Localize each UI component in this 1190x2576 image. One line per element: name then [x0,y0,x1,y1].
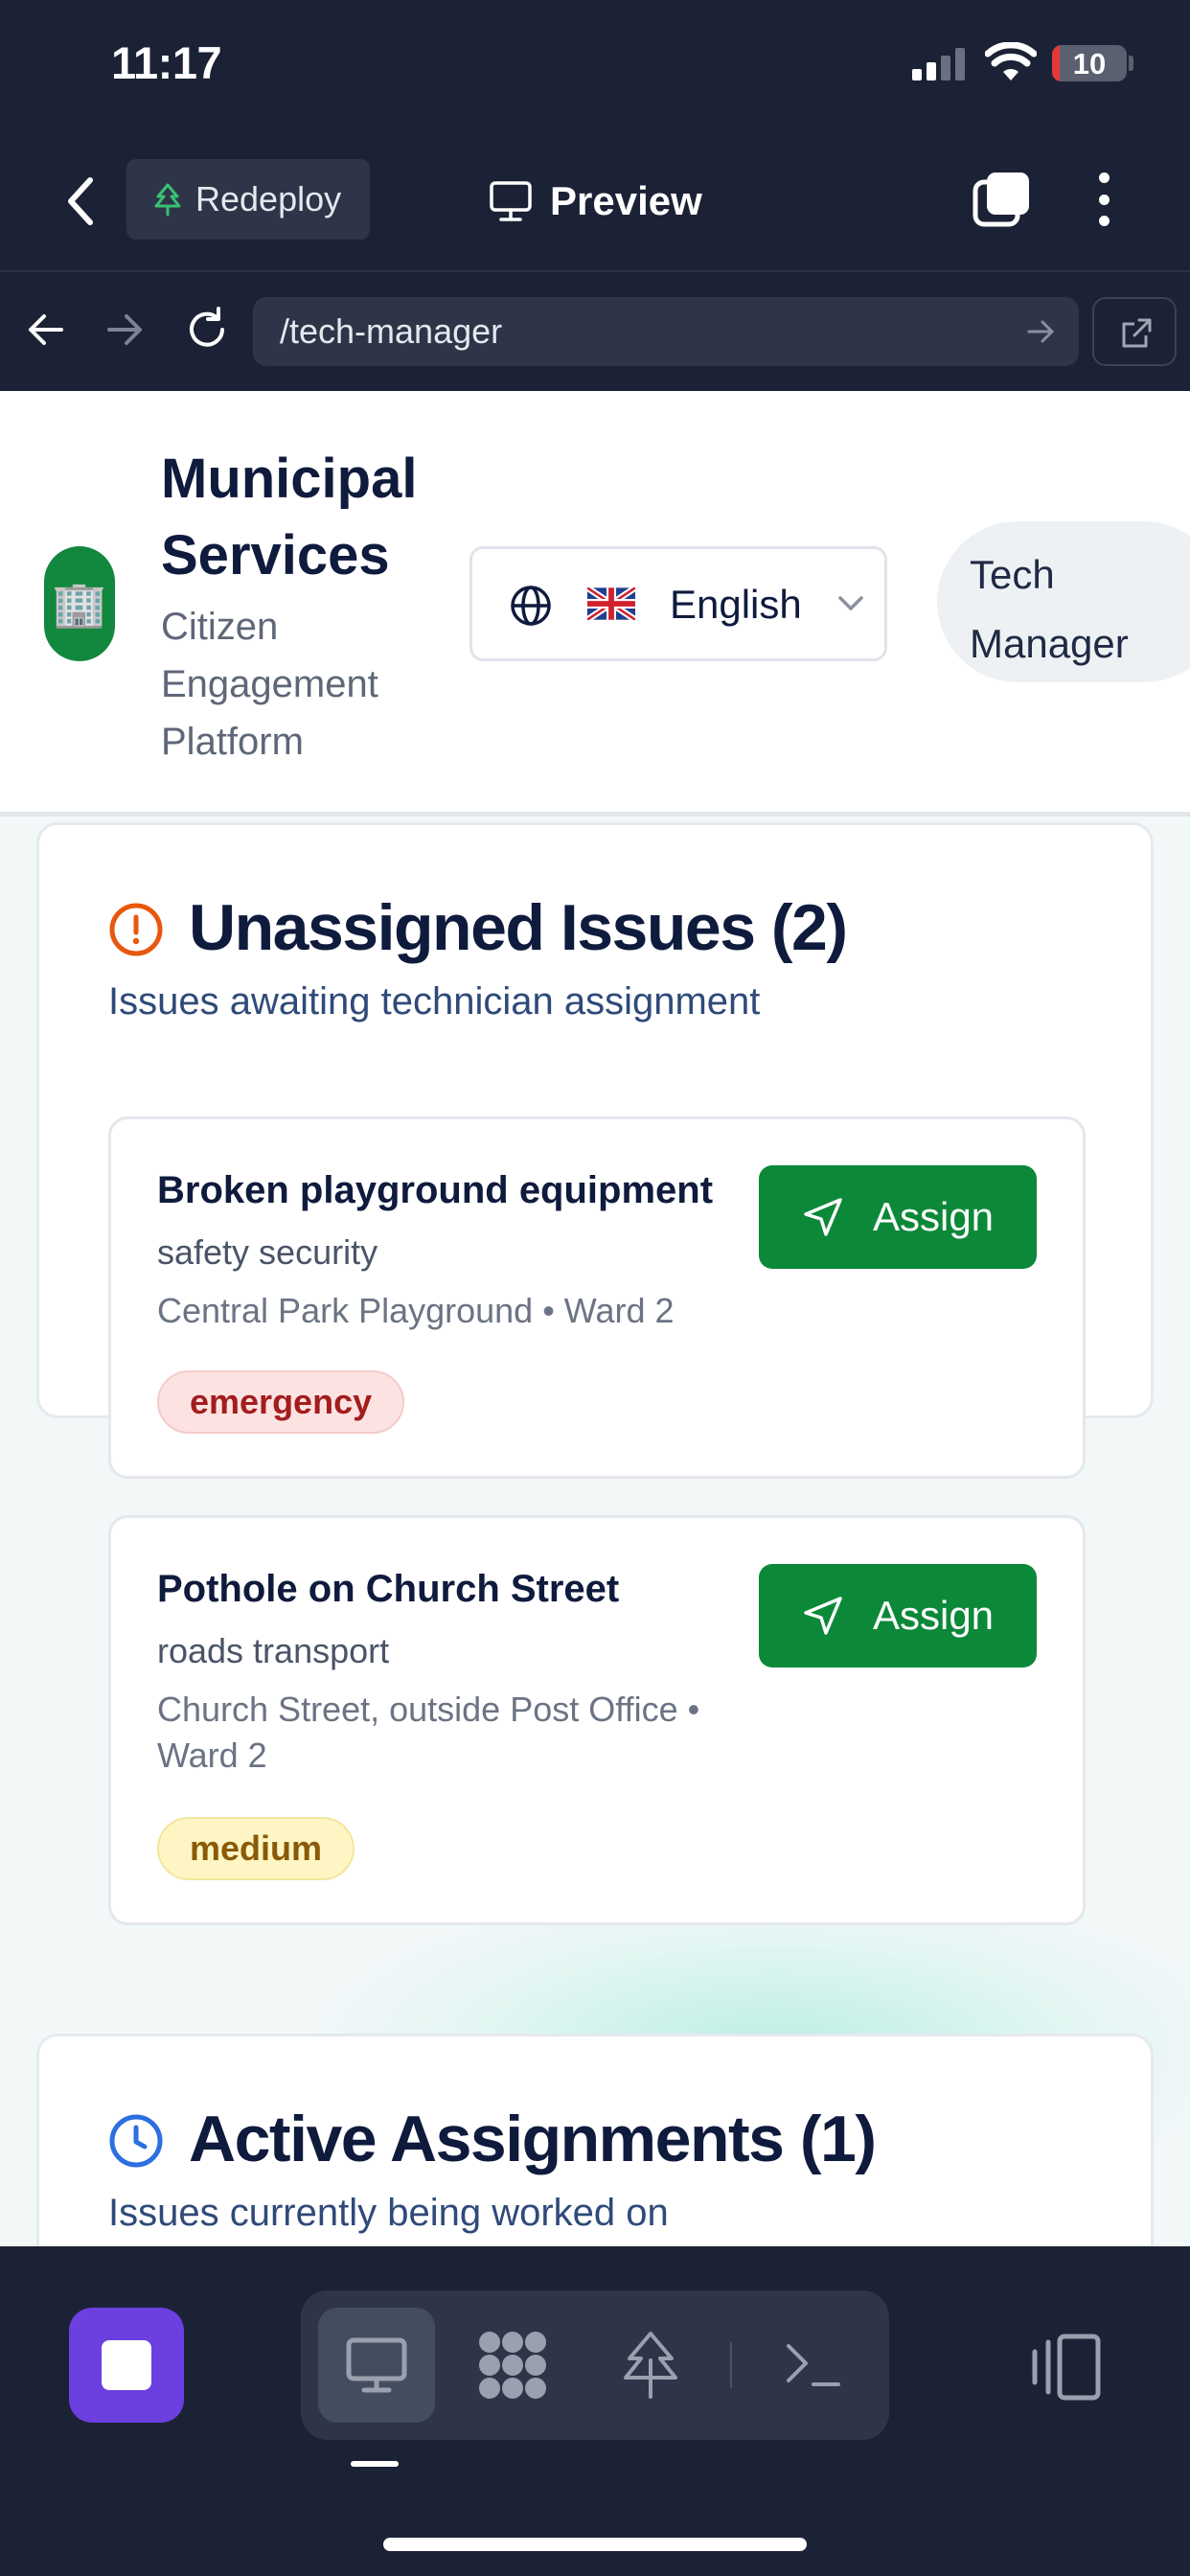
redeploy-label: Redeploy [195,179,342,218]
chevron-left-icon[interactable] [59,172,102,230]
battery-cap [1129,56,1133,71]
assign-button[interactable]: Assign [759,1564,1037,1668]
terminal-icon [787,2344,840,2386]
tabs-icon[interactable] [972,169,1033,230]
issue-title: Pothole on Church Street [157,1568,620,1610]
tree-icon [154,183,181,217]
cellular-signal-icon [912,48,965,80]
role-badge: Tech Manager [937,521,1190,682]
browser-url-bar: /tech-manager [0,272,1190,391]
dock-preview-tab[interactable] [318,2308,435,2423]
tree-icon [624,2332,677,2399]
clock-icon [109,2114,163,2168]
external-link-icon [1122,318,1152,348]
issue-location: Central Park Playground • Ward 2 [157,1291,675,1330]
assign-label: Assign [872,1593,995,1638]
panel-toggle-icon[interactable] [1027,2331,1104,2404]
arrow-right-icon[interactable] [96,301,153,358]
battery-level: 10 [1072,47,1107,80]
site-subtitle: Citizen Engagement Platform [161,606,378,763]
redeploy-button[interactable]: Redeploy [126,159,370,240]
arrow-left-icon[interactable] [17,301,75,358]
dock-separator [730,2342,732,2388]
dock-terminal-tab[interactable] [755,2308,872,2423]
active-description: Issues currently being worked on [108,2192,669,2234]
dock-deploy-tab[interactable] [592,2308,709,2423]
monitor-icon [346,2337,407,2393]
issue-title: Broken playground equipment [157,1169,714,1211]
active-title: Active Assignments (1) [189,2103,877,2175]
status-time: 11:17 [111,37,222,88]
issue-category: roads transport [157,1631,390,1670]
url-text: /tech-manager [280,311,503,351]
grid-icon [479,2332,546,2399]
alert-circle-icon [109,903,163,956]
status-bar: 11:17 10 [0,0,1190,125]
dock-tab-group [301,2290,889,2440]
wifi-icon [985,42,1037,80]
send-icon [804,1597,842,1635]
preview-label: Preview [550,178,702,223]
unassigned-description: Issues awaiting technician assignment [108,980,761,1023]
building-logo-icon: 🏢 [44,546,115,661]
issue-category: safety security [157,1232,378,1272]
send-icon [804,1198,842,1236]
app-stop-button[interactable] [69,2308,184,2423]
assign-label: Assign [872,1194,995,1239]
uk-flag-icon [587,587,635,620]
issue-location: Church Street, outside Post Office • War… [157,1690,700,1775]
unassigned-title: Unassigned Issues (2) [189,891,848,964]
more-vertical-icon[interactable] [1083,169,1125,230]
globe-icon [511,586,551,626]
assign-button[interactable]: Assign [759,1165,1037,1269]
unassigned-issues-card: Unassigned Issues (2) Issues awaiting te… [36,822,1154,1925]
priority-badge: medium [157,1817,355,1880]
issue-card[interactable]: Broken playground equipment safety secur… [108,1116,1086,1479]
active-tab-indicator [351,2461,399,2467]
app-toolbar: Redeploy Preview [0,125,1190,272]
bottom-dock [0,2246,1190,2576]
chevron-down-icon [838,596,863,610]
language-label: English [670,582,802,627]
language-select[interactable]: English [469,546,887,661]
active-assignments-card: Active Assignments (1) Issues currently … [36,2034,1154,2246]
dock-apps-tab[interactable] [454,2308,571,2423]
priority-badge: emergency [157,1370,405,1434]
web-page: 🏢 Municipal Services Citizen Engagement … [0,391,1190,2246]
site-header: 🏢 Municipal Services Citizen Engagement … [0,391,1190,816]
issue-card[interactable]: Pothole on Church Street roads transport… [108,1515,1086,1925]
url-input[interactable]: /tech-manager [253,297,1079,366]
open-external-button[interactable] [1092,297,1177,366]
home-indicator [383,2538,807,2551]
preview-tab[interactable]: Preview [489,174,702,228]
site-title: Municipal Services [161,448,418,586]
battery-icon: 10 [1052,45,1127,81]
monitor-icon [490,181,532,221]
reload-icon[interactable] [178,301,236,358]
arrow-right-icon[interactable] [1023,314,1058,349]
